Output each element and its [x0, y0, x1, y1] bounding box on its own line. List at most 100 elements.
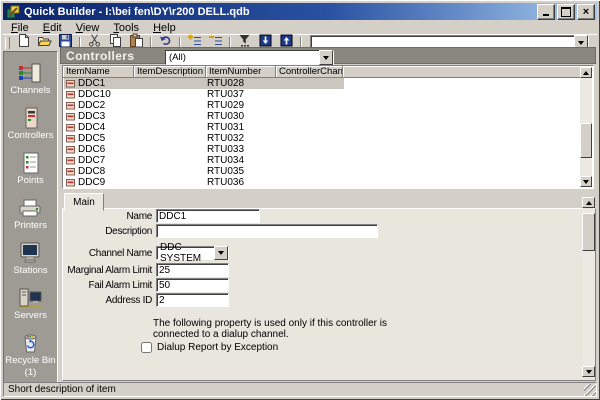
- scrollbar-thumb[interactable]: [582, 213, 595, 251]
- description-label: Description: [65, 226, 156, 237]
- quick-builder-window: Quick Builder - I:\bei fen\DY\r200 DELL.…: [0, 0, 600, 400]
- name-field[interactable]: [156, 209, 260, 223]
- controllers-header: Controllers (All): [60, 47, 596, 64]
- column-header-itemdescription[interactable]: ItemDescription: [134, 66, 206, 78]
- controller-row-icon: [66, 90, 75, 99]
- column-header-itemnumber[interactable]: ItemNumber: [206, 66, 276, 78]
- channel-name-value: DDC SYSTEM: [157, 242, 214, 264]
- new-file-icon: [16, 33, 31, 53]
- sidebar-item-servers[interactable]: Servers: [14, 287, 47, 321]
- properties-panel: Main Name Description Channel Name DDC S…: [62, 193, 596, 381]
- window-controls: ×: [535, 4, 595, 20]
- marginal-alarm-limit-field[interactable]: [156, 263, 229, 277]
- controller-row-icon: [66, 178, 75, 187]
- table-row[interactable]: DDC1RTU028: [64, 78, 344, 89]
- servers-icon: [17, 287, 43, 309]
- dialup-report-label: Dialup Report by Exception: [157, 342, 278, 353]
- address-id-label: Address ID: [65, 295, 156, 306]
- address-id-field[interactable]: [156, 293, 229, 307]
- controller-row-icon: [66, 79, 75, 88]
- controller-row-icon: [66, 123, 75, 132]
- dialup-note-line1: The following property is used only if t…: [153, 318, 387, 329]
- toolbar-grip[interactable]: [5, 37, 10, 49]
- channels-icon: [17, 62, 43, 84]
- controller-row-icon: [66, 112, 75, 121]
- controllers-list: ItemName ItemDescription ItemNumber Cont…: [62, 65, 594, 189]
- marginal-alarm-limit-label: Marginal Alarm Limit: [65, 265, 156, 276]
- controller-row-icon: [66, 101, 75, 110]
- table-row[interactable]: DDC5RTU032: [64, 133, 344, 144]
- column-header-filler: [343, 66, 581, 78]
- statusbar: Short description of item: [3, 382, 597, 397]
- list-rows: DDC1RTU028 DDC10RTU037 DDC2RTU029 DDC3RT…: [64, 78, 580, 187]
- sidebar-item-stations[interactable]: Stations: [13, 242, 47, 276]
- dialup-note-line2: connected to a dialup channel.: [153, 329, 387, 340]
- channel-name-arrow[interactable]: [214, 246, 228, 260]
- fail-alarm-limit-field[interactable]: [156, 278, 229, 292]
- printers-icon: [17, 197, 43, 219]
- column-header-itemname[interactable]: ItemName: [63, 66, 134, 78]
- scrollbar-thumb[interactable]: [580, 123, 592, 158]
- recycle-bin-count: (1): [25, 368, 37, 378]
- minimize-button[interactable]: [537, 4, 555, 20]
- scroll-down-button[interactable]: [580, 176, 592, 187]
- controller-row-icon: [66, 167, 75, 176]
- table-row[interactable]: DDC4RTU031: [64, 122, 344, 133]
- sidebar-item-recycle-bin[interactable]: Recycle Bin (1): [5, 332, 55, 378]
- sidebar-item-printers[interactable]: Printers: [14, 197, 47, 231]
- filter-dropdown-arrow[interactable]: [319, 50, 333, 65]
- sidebar-item-channels[interactable]: Channels: [10, 62, 50, 96]
- resize-grip[interactable]: [584, 384, 596, 396]
- channel-name-label: Channel Name: [65, 248, 156, 259]
- column-header-controllerchannel[interactable]: ControllerChann...: [276, 66, 343, 78]
- scroll-down-button[interactable]: [582, 366, 595, 377]
- status-text: Short description of item: [8, 384, 116, 395]
- points-icon: [18, 152, 44, 174]
- menu-tools[interactable]: Tools: [106, 22, 146, 34]
- table-row[interactable]: DDC6RTU033: [64, 144, 344, 155]
- page-title: Controllers: [66, 49, 134, 63]
- channel-name-dropdown[interactable]: DDC SYSTEM: [156, 246, 229, 260]
- window-title: Quick Builder - I:\bei fen\DY\r200 DELL.…: [24, 6, 535, 18]
- menu-file[interactable]: File: [4, 22, 36, 34]
- menu-help[interactable]: Help: [146, 22, 183, 34]
- titlebar: Quick Builder - I:\bei fen\DY\r200 DELL.…: [3, 3, 597, 20]
- controller-row-icon: [66, 156, 75, 165]
- menu-edit[interactable]: Edit: [36, 22, 69, 34]
- open-button[interactable]: [34, 35, 55, 52]
- name-label: Name: [65, 211, 156, 222]
- table-row[interactable]: DDC10RTU037: [64, 89, 344, 100]
- description-field[interactable]: [156, 224, 378, 238]
- form-scrollbar[interactable]: [582, 197, 595, 377]
- controller-row-icon: [66, 134, 75, 143]
- open-folder-icon: [37, 33, 52, 53]
- sidebar: Channels Controllers Points Printers Sta…: [3, 51, 58, 383]
- dialup-checkbox-row: Dialup Report by Exception: [141, 341, 278, 353]
- app-icon: [6, 5, 20, 19]
- stations-icon: [17, 242, 43, 264]
- list-scrollbar[interactable]: [580, 67, 592, 187]
- sidebar-item-controllers[interactable]: Controllers: [8, 107, 54, 141]
- controllers-icon: [18, 107, 44, 129]
- close-button[interactable]: ×: [577, 4, 595, 20]
- recycle-bin-icon: [17, 332, 43, 354]
- maximize-button[interactable]: [557, 4, 575, 20]
- fail-alarm-limit-label: Fail Alarm Limit: [65, 280, 156, 291]
- table-row[interactable]: DDC8RTU035: [64, 166, 344, 177]
- table-row[interactable]: DDC3RTU030: [64, 111, 344, 122]
- table-row[interactable]: DDC9RTU036: [64, 177, 344, 188]
- scroll-up-button[interactable]: [582, 197, 595, 208]
- controller-row-icon: [66, 145, 75, 154]
- tab-main[interactable]: Main: [64, 193, 104, 211]
- dialup-report-checkbox[interactable]: [141, 342, 152, 353]
- sidebar-item-points[interactable]: Points: [17, 152, 43, 186]
- list-header: ItemName ItemDescription ItemNumber Cont…: [63, 66, 581, 78]
- filter-dropdown-value: (All): [166, 52, 319, 63]
- table-row[interactable]: DDC7RTU034: [64, 155, 344, 166]
- filter-dropdown[interactable]: (All): [165, 50, 334, 65]
- new-button[interactable]: [13, 35, 34, 52]
- table-row[interactable]: DDC2RTU029: [64, 100, 344, 111]
- scroll-up-button[interactable]: [580, 67, 592, 78]
- menu-view[interactable]: View: [69, 22, 107, 34]
- dialup-note: The following property is used only if t…: [153, 318, 387, 340]
